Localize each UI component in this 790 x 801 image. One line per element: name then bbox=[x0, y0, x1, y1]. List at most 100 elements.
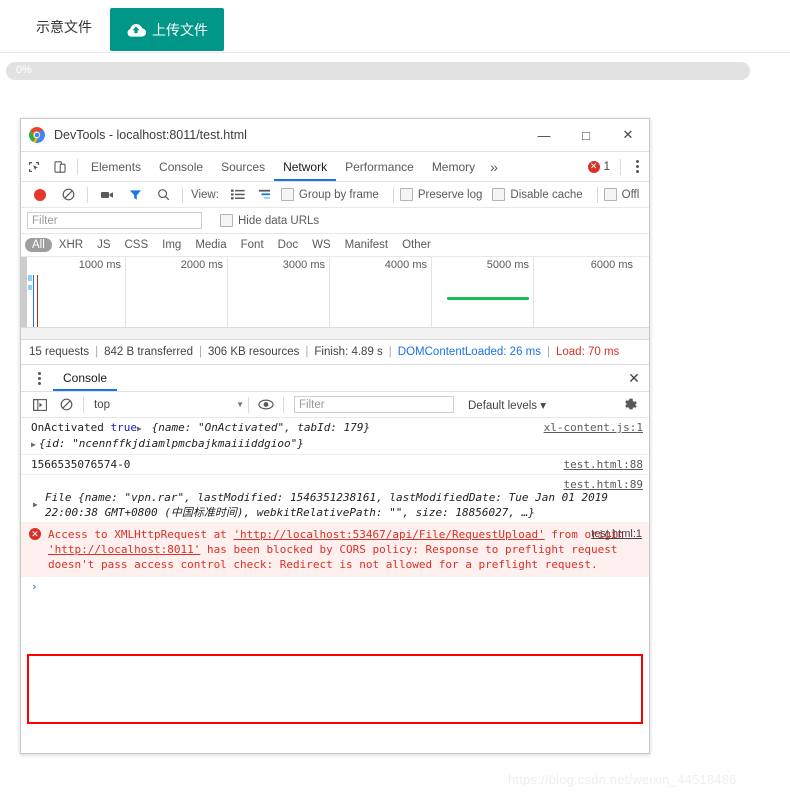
network-timeline-overview[interactable]: 1000 ms 2000 ms 3000 ms 4000 ms 5000 ms … bbox=[21, 257, 649, 340]
tab-network[interactable]: Network bbox=[274, 153, 336, 181]
devtools-menu-icon[interactable] bbox=[627, 160, 647, 173]
close-button[interactable]: ✕ bbox=[607, 119, 649, 151]
file-obj-pre: File {name: bbox=[45, 491, 125, 504]
type-filter-other[interactable]: Other bbox=[395, 238, 438, 252]
type-filter-css[interactable]: CSS bbox=[117, 238, 155, 252]
status-separator: | bbox=[388, 346, 392, 358]
group-by-frame-checkbox[interactable]: Group by frame bbox=[280, 188, 387, 201]
type-filter-doc[interactable]: Doc bbox=[271, 238, 305, 252]
capture-screenshots-icon[interactable] bbox=[94, 182, 120, 207]
network-filter-input[interactable]: Filter bbox=[27, 212, 202, 229]
type-filter-xhr[interactable]: XHR bbox=[52, 238, 90, 252]
dom-content-loaded-marker bbox=[33, 275, 34, 327]
clear-network-button[interactable] bbox=[55, 182, 81, 207]
minimize-button[interactable]: — bbox=[523, 119, 565, 151]
status-separator: | bbox=[547, 346, 550, 358]
console-message-file-object[interactable]: test.html:89 ▶ File {name: "vpn.rar", las… bbox=[21, 475, 649, 523]
console-divider-3 bbox=[283, 396, 284, 413]
waterfall-view-icon[interactable] bbox=[253, 182, 279, 207]
disable-cache-checkbox[interactable]: Disable cache bbox=[492, 188, 590, 201]
checkbox-box bbox=[399, 188, 413, 201]
filter-icon[interactable] bbox=[122, 182, 148, 207]
timeline-column: 5000 ms bbox=[431, 257, 534, 327]
more-tabs-icon[interactable]: » bbox=[484, 153, 504, 181]
list-view-icon[interactable] bbox=[225, 182, 251, 207]
type-filter-font[interactable]: Font bbox=[234, 238, 271, 252]
onactivated-label: OnActivated bbox=[31, 421, 111, 434]
file-timezone-cn: 中国标准时间 bbox=[170, 506, 237, 519]
expand-triangle-icon[interactable]: ▶ bbox=[137, 421, 145, 436]
chrome-logo-icon bbox=[29, 127, 45, 143]
console-message-onactivated[interactable]: xl-content.js:1 OnActivated true▶ {name:… bbox=[21, 418, 649, 455]
console-message-source[interactable]: xl-content.js:1 bbox=[544, 420, 643, 435]
console-prompt[interactable]: › bbox=[21, 577, 649, 596]
console-error-cors[interactable]: ✕ test.html:1 Access to XMLHttpRequest a… bbox=[21, 523, 649, 577]
devtools-window: DevTools - localhost:8011/test.html — □ … bbox=[20, 118, 650, 754]
inspect-element-icon[interactable] bbox=[21, 154, 47, 180]
preserve-log-checkbox[interactable]: Preserve log bbox=[399, 188, 491, 201]
devtools-tabbar: Elements Console Sources Network Perform… bbox=[21, 152, 649, 182]
console-settings-icon[interactable] bbox=[617, 392, 643, 418]
checkbox-box bbox=[220, 214, 233, 227]
timeline-column: 3000 ms bbox=[227, 257, 330, 327]
error-icon: ✕ bbox=[587, 160, 600, 173]
type-filter-media[interactable]: Media bbox=[188, 238, 233, 252]
preserve-log-label: Preserve log bbox=[417, 188, 483, 201]
type-filter-all[interactable]: All bbox=[25, 238, 52, 252]
error-source-link[interactable]: test.html:1 bbox=[591, 527, 642, 542]
console-divider-2 bbox=[248, 396, 249, 413]
file-obj-end: , …} bbox=[508, 506, 535, 519]
upload-file-label: 上传文件 bbox=[152, 22, 208, 39]
id-obj-pre: {id: bbox=[39, 437, 73, 450]
clear-console-button[interactable] bbox=[53, 392, 79, 418]
console-log-levels-dropdown[interactable]: Default levels ▾ bbox=[468, 398, 546, 412]
maximize-button[interactable]: □ bbox=[565, 119, 607, 151]
tab-elements[interactable]: Elements bbox=[82, 153, 150, 181]
onactivated-tabid-key: , tabId: bbox=[284, 421, 344, 434]
devtools-titlebar: DevTools - localhost:8011/test.html — □ … bbox=[21, 119, 649, 152]
watermark: https://blog.csdn.net/weixin_44518486 bbox=[508, 772, 737, 787]
tab-memory[interactable]: Memory bbox=[423, 153, 484, 181]
type-filter-manifest[interactable]: Manifest bbox=[338, 238, 395, 252]
status-separator: | bbox=[95, 346, 99, 358]
timeline-tick-label: 4000 ms bbox=[384, 259, 427, 271]
file-lastmodified-key: , lastModified: bbox=[184, 491, 291, 504]
record-button[interactable] bbox=[27, 182, 53, 207]
drawer-menu-icon[interactable] bbox=[29, 371, 49, 385]
tab-sources[interactable]: Sources bbox=[212, 153, 274, 181]
console-message-source[interactable]: test.html:88 bbox=[564, 457, 643, 472]
transferred-size: 842 B transferred bbox=[104, 346, 193, 358]
network-filter-row: Filter Hide data URLs bbox=[21, 208, 649, 234]
expand-triangle-icon[interactable]: ▶ bbox=[31, 437, 39, 452]
record-icon bbox=[34, 188, 46, 201]
console-filter-input[interactable]: Filter bbox=[294, 396, 454, 413]
error-count-badge[interactable]: ✕ 1 bbox=[587, 160, 614, 173]
type-filter-ws[interactable]: WS bbox=[305, 238, 338, 252]
file-relativepath-key: ), webkitRelativePath: bbox=[236, 506, 390, 519]
console-line: ▶ File {name: "vpn.rar", lastModified: 15… bbox=[31, 490, 649, 520]
device-toolbar-icon[interactable] bbox=[47, 154, 73, 180]
search-icon[interactable] bbox=[150, 182, 176, 207]
expand-triangle-icon[interactable]: ▶ bbox=[33, 497, 41, 512]
type-filter-js[interactable]: JS bbox=[90, 238, 117, 252]
console-message-timestamp[interactable]: test.html:88 1566535076574-0 bbox=[21, 455, 649, 475]
console-messages: xl-content.js:1 OnActivated true▶ {name:… bbox=[21, 418, 649, 596]
hide-data-urls-checkbox[interactable]: Hide data URLs bbox=[220, 214, 327, 227]
tab-performance[interactable]: Performance bbox=[336, 153, 423, 181]
dom-content-loaded-time: DOMContentLoaded: 26 ms bbox=[397, 346, 541, 358]
upload-file-button[interactable]: 上传文件 bbox=[110, 8, 224, 51]
network-status-bar: 15 requests | 842 B transferred | 306 KB… bbox=[21, 340, 649, 365]
live-expression-icon[interactable] bbox=[253, 392, 279, 418]
file-size-value: 18856027 bbox=[455, 506, 509, 519]
console-context-selector[interactable]: top ▼ bbox=[94, 399, 244, 411]
onactivated-name-value: "OnActivated" bbox=[197, 421, 285, 434]
drawer-tab-console[interactable]: Console bbox=[53, 366, 117, 391]
error-url-request[interactable]: 'http://localhost:53467/api/File/Request… bbox=[233, 528, 544, 541]
type-filter-img[interactable]: Img bbox=[155, 238, 188, 252]
close-drawer-icon[interactable]: ✕ bbox=[625, 369, 643, 387]
offline-checkbox[interactable]: Offl bbox=[603, 188, 648, 201]
error-count-value: 1 bbox=[603, 160, 610, 173]
error-url-origin[interactable]: 'http://localhost:8011' bbox=[48, 543, 200, 556]
tab-console[interactable]: Console bbox=[150, 153, 212, 181]
console-sidebar-icon[interactable] bbox=[27, 392, 53, 418]
